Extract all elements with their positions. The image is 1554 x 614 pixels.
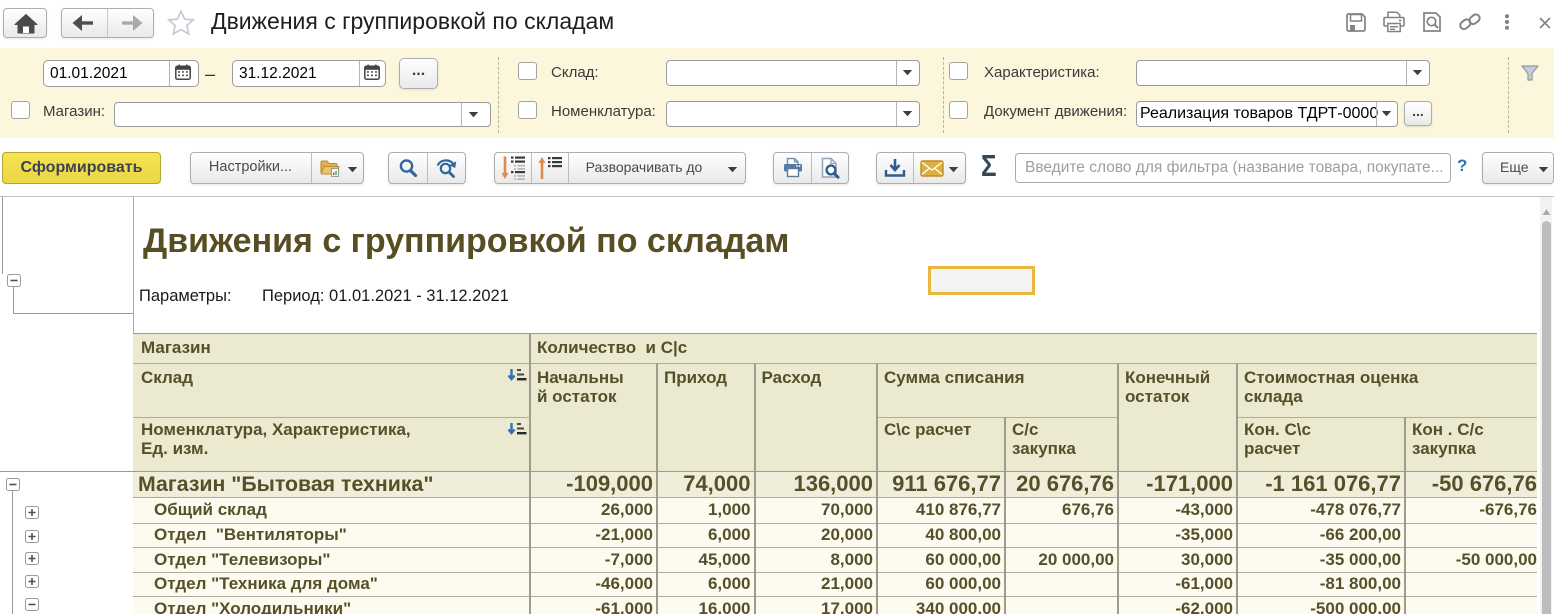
svg-text:Σ: Σ (981, 152, 997, 180)
